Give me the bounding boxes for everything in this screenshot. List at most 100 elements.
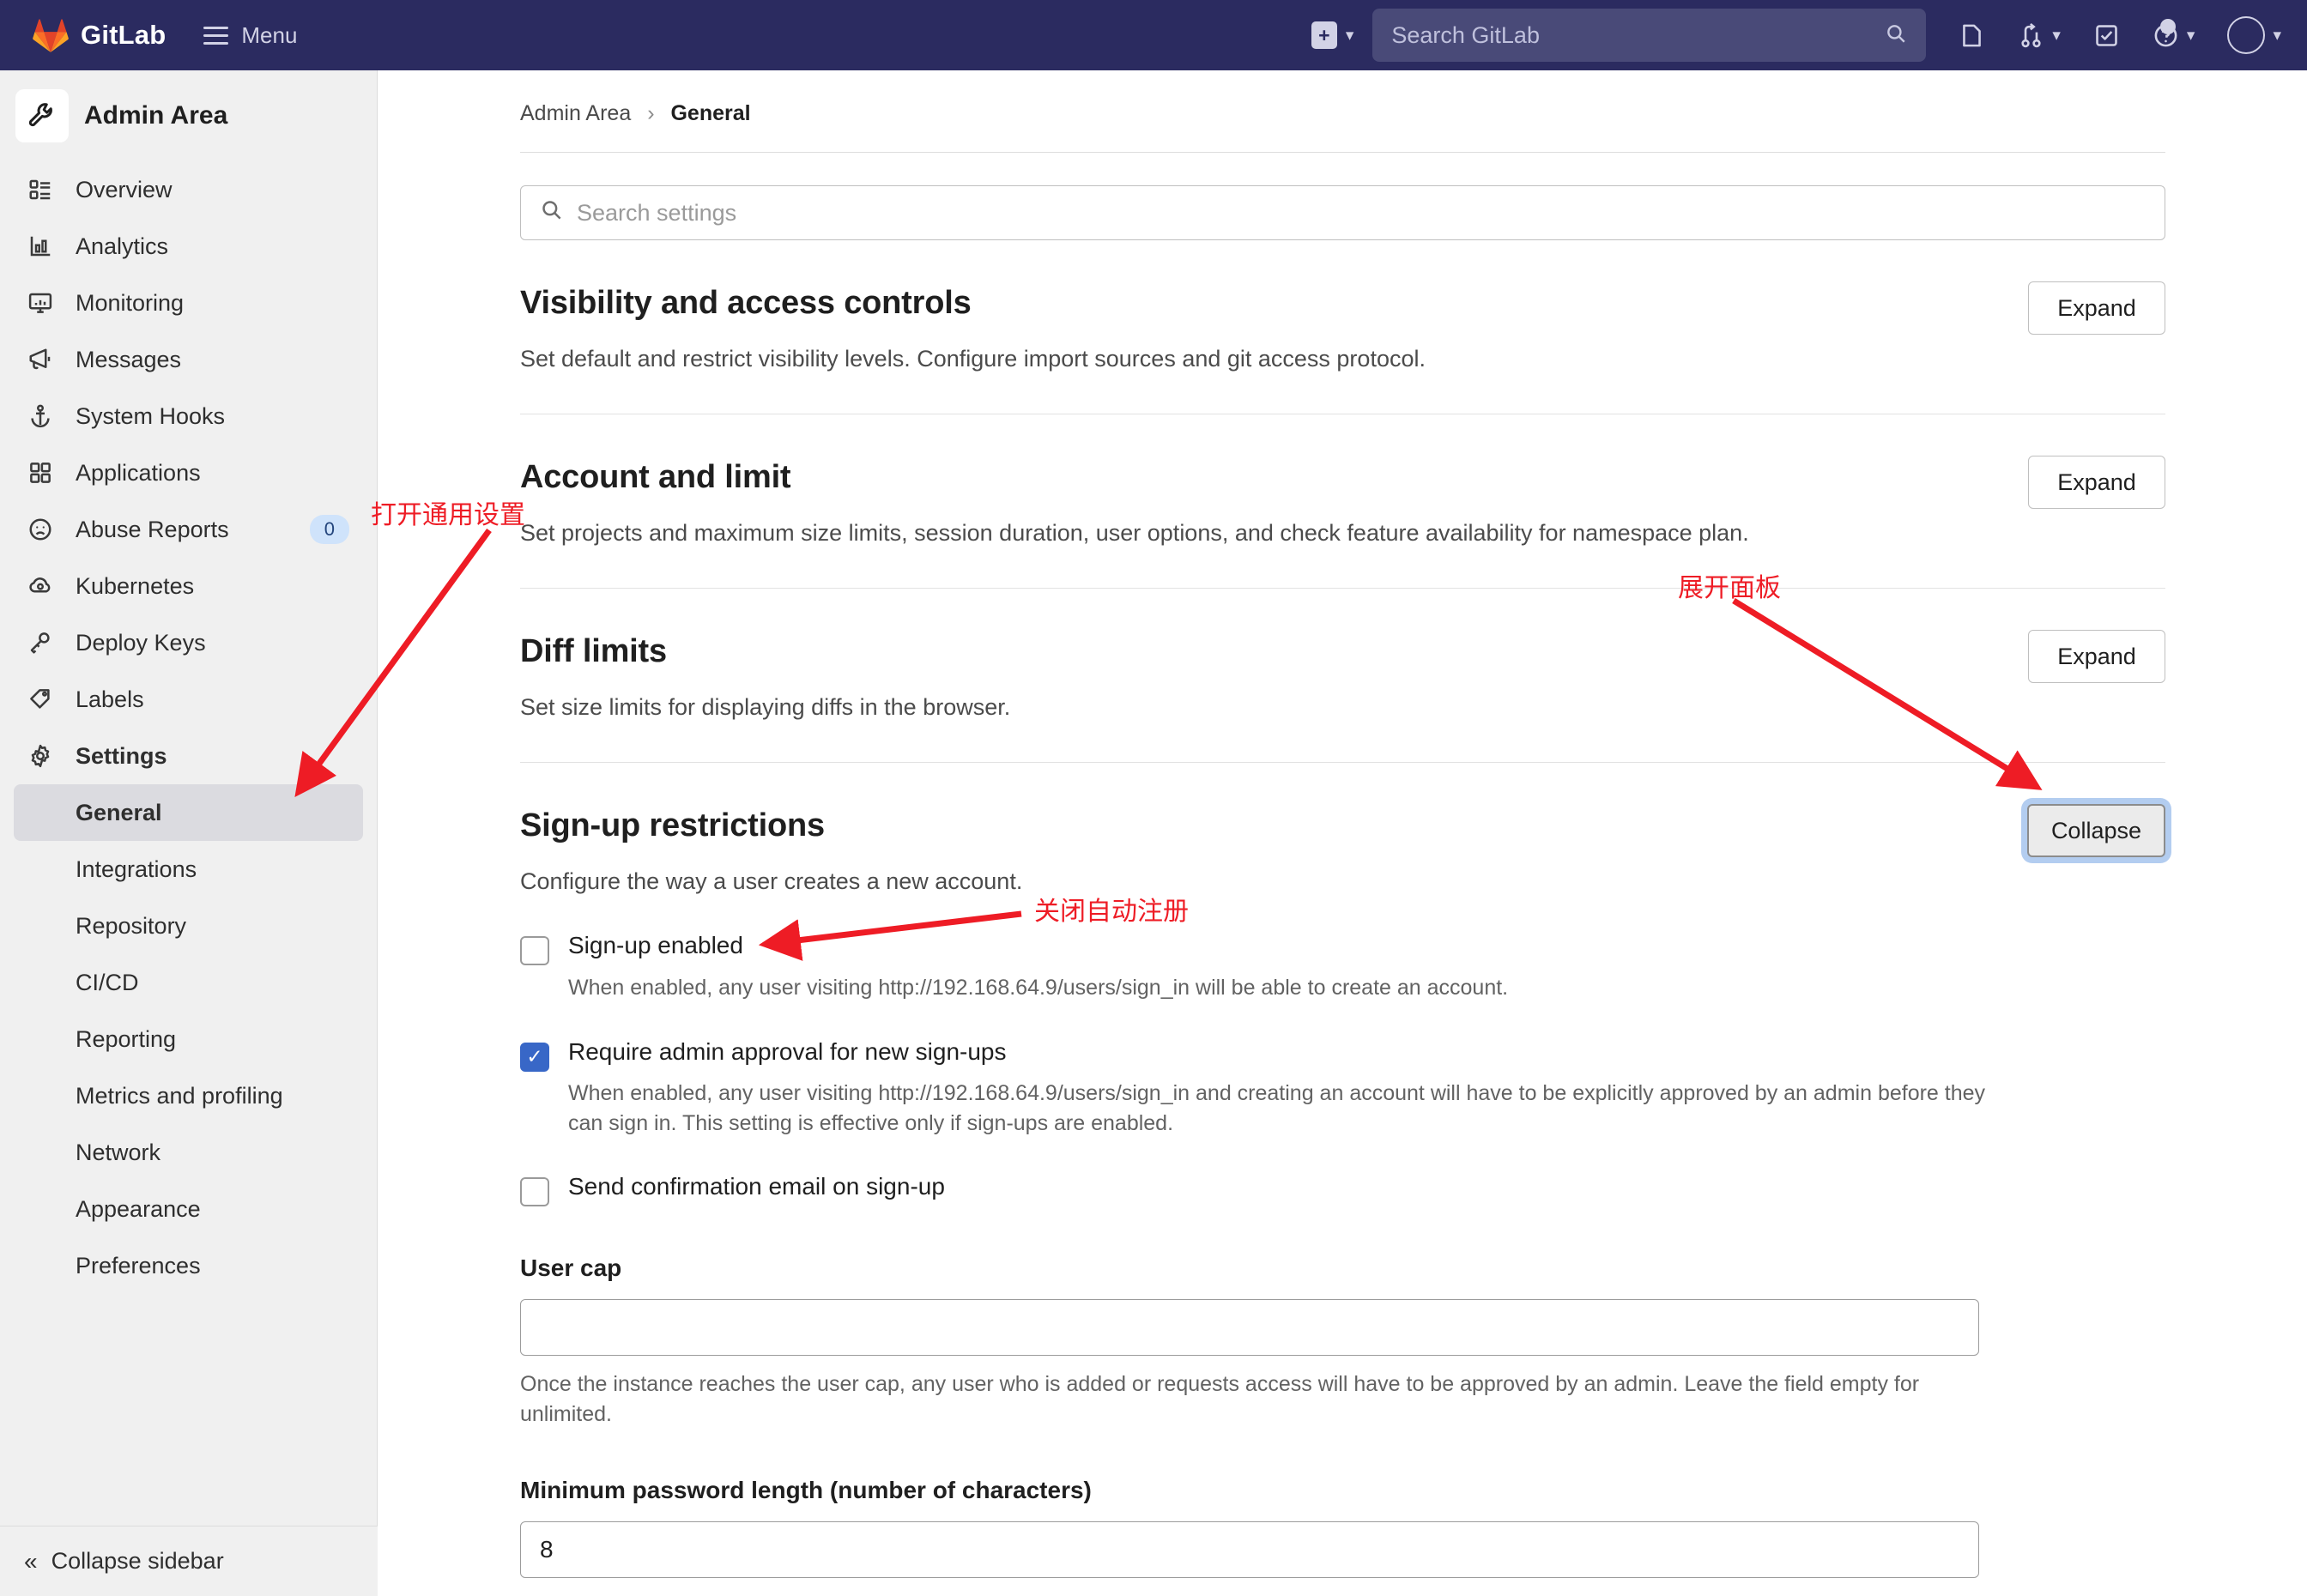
checkbox-body: Require admin approval for new sign-ups … xyxy=(568,1038,1993,1139)
sidebar-item-deploy-keys[interactable]: Deploy Keys xyxy=(14,614,363,671)
search-settings-input[interactable]: Search settings xyxy=(520,185,2165,240)
sidebar-item-reporting[interactable]: Reporting xyxy=(14,1011,363,1067)
chevron-down-icon: ▾ xyxy=(2186,26,2195,45)
main-content: Admin Area › General Search settings Vis… xyxy=(378,70,2307,1596)
navbar-right-group: + ▾ Search GitLab ▾ ▾ ▾ xyxy=(1311,9,2307,62)
sidebar-subitem-label: Preferences xyxy=(76,1252,201,1279)
sidebar-item-label: Overview xyxy=(76,176,173,203)
wrench-icon xyxy=(15,89,69,142)
sidebar-item-abuse-reports[interactable]: Abuse Reports 0 xyxy=(14,501,363,558)
sidebar-item-integrations[interactable]: Integrations xyxy=(14,841,363,898)
new-item-plus-icon[interactable]: + xyxy=(1311,21,1337,49)
sidebar-header[interactable]: Admin Area xyxy=(0,70,377,158)
brand-label: GitLab xyxy=(81,20,167,50)
section-title: Diff limits xyxy=(520,633,667,670)
sidebar-item-appearance[interactable]: Appearance xyxy=(14,1181,363,1237)
new-item-dropdown[interactable]: + ▾ xyxy=(1311,21,1354,49)
global-search-input[interactable]: Search GitLab xyxy=(1372,9,1927,62)
search-icon xyxy=(540,198,563,227)
sidebar-subitem-label: Repository xyxy=(76,912,187,939)
sidebar-item-label: Messages xyxy=(76,346,182,372)
checkbox-row-require-admin-approval[interactable]: ✓ Require admin approval for new sign-up… xyxy=(520,1038,2165,1139)
breadcrumb: Admin Area › General xyxy=(378,70,2307,126)
sidebar-item-repository[interactable]: Repository xyxy=(14,898,363,954)
checkbox-body: Send confirmation email on sign-up xyxy=(568,1174,945,1200)
sidebar-subitem-label: CI/CD xyxy=(76,969,139,995)
labels-icon xyxy=(27,686,60,712)
main-menu-button[interactable]: Menu xyxy=(203,21,297,50)
overview-icon xyxy=(27,177,60,203)
checkbox-row-signup-enabled[interactable]: Sign-up enabled When enabled, any user v… xyxy=(520,933,2165,1002)
section-diff-limits: Diff limits Set size limits for displayi… xyxy=(520,588,2165,762)
chevron-down-icon: ▾ xyxy=(2273,26,2281,45)
section-title: Sign-up restrictions xyxy=(520,807,825,844)
checkbox-require-admin-approval[interactable]: ✓ xyxy=(520,1042,549,1072)
hamburger-icon xyxy=(203,21,229,50)
chevron-down-icon: ▾ xyxy=(1345,26,1354,45)
section-title: Account and limit xyxy=(520,459,791,496)
todos-icon[interactable] xyxy=(2093,22,2120,49)
checkbox-label: Sign-up enabled xyxy=(568,932,743,959)
breadcrumb-root[interactable]: Admin Area xyxy=(520,101,631,125)
gitlab-brand[interactable]: GitLab xyxy=(33,18,166,52)
messages-icon xyxy=(27,347,60,372)
checkbox-row-send-confirmation-email[interactable]: Send confirmation email on sign-up xyxy=(520,1174,2165,1207)
analytics-icon xyxy=(27,233,60,259)
admin-sidebar: Admin Area Overview Analytics Monitoring… xyxy=(0,70,378,1596)
sidebar-item-monitoring[interactable]: Monitoring xyxy=(14,275,363,331)
sidebar-item-analytics[interactable]: Analytics xyxy=(14,218,363,275)
sidebar-item-label: Monitoring xyxy=(76,289,185,316)
expand-button-diff-limits[interactable]: Expand xyxy=(2028,630,2165,684)
menu-label: Menu xyxy=(241,21,298,48)
checkbox-signup-enabled[interactable] xyxy=(520,936,549,966)
sidebar-subitem-label: Appearance xyxy=(76,1195,201,1222)
search-icon xyxy=(1885,22,1907,49)
help-icon[interactable]: ▾ xyxy=(2153,18,2195,49)
section-description: Set size limits for displaying diffs in … xyxy=(520,694,1011,721)
monitoring-icon xyxy=(27,290,60,316)
sidebar-item-metrics-and-profiling[interactable]: Metrics and profiling xyxy=(14,1067,363,1124)
sidebar-item-kubernetes[interactable]: Kubernetes xyxy=(14,558,363,614)
collapse-sidebar-label: Collapse sidebar xyxy=(51,1548,224,1574)
chevron-double-left-icon: « xyxy=(24,1547,38,1575)
issues-icon[interactable] xyxy=(1959,22,1985,49)
expand-button-account-and-limit[interactable]: Expand xyxy=(2028,456,2165,510)
user-cap-input[interactable] xyxy=(520,1299,1979,1357)
sidebar-item-messages[interactable]: Messages xyxy=(14,331,363,388)
status-badge: 0 xyxy=(309,515,349,544)
sidebar-item-label: System Hooks xyxy=(76,402,226,429)
section-description: Set default and restrict visibility leve… xyxy=(520,346,1426,372)
deploy-keys-icon xyxy=(27,630,60,656)
sidebar-item-overview[interactable]: Overview xyxy=(14,161,363,218)
checkbox-send-confirmation-email[interactable] xyxy=(520,1177,549,1207)
sidebar-item-label: Settings xyxy=(76,742,167,769)
sidebar-item-preferences[interactable]: Preferences xyxy=(14,1237,363,1294)
search-settings-placeholder: Search settings xyxy=(577,199,737,226)
chevron-down-icon: ▾ xyxy=(2052,26,2061,45)
sidebar-item-settings[interactable]: Settings xyxy=(14,728,363,784)
collapse-sidebar-button[interactable]: « Collapse sidebar xyxy=(0,1526,378,1596)
gitlab-logo-icon xyxy=(33,18,69,52)
sidebar-item-system-hooks[interactable]: System Hooks xyxy=(14,388,363,444)
collapse-button-sign-up-restrictions[interactable]: Collapse xyxy=(2026,804,2165,858)
checkbox-help-text: When enabled, any user visiting http://1… xyxy=(568,976,1509,1001)
sidebar-item-network[interactable]: Network xyxy=(14,1124,363,1181)
expand-button-visibility[interactable]: Expand xyxy=(2028,281,2165,335)
user-menu[interactable]: ▾ xyxy=(2227,16,2281,54)
sidebar-title: Admin Area xyxy=(84,101,228,130)
sidebar-item-general[interactable]: General xyxy=(14,784,363,841)
min-password-length-input[interactable]: 8 xyxy=(520,1521,1979,1579)
sidebar-item-applications[interactable]: Applications xyxy=(14,444,363,501)
user-cap-help: Once the instance reaches the user cap, … xyxy=(520,1372,1920,1426)
avatar xyxy=(2227,16,2266,54)
sidebar-item-label: Deploy Keys xyxy=(76,629,206,656)
breadcrumb-separator-icon: › xyxy=(647,101,655,125)
sidebar-item-cicd[interactable]: CI/CD xyxy=(14,954,363,1011)
merge-requests-icon[interactable]: ▾ xyxy=(2018,22,2061,49)
top-navbar: GitLab Menu + ▾ Search GitLab ▾ ▾ ▾ xyxy=(0,0,2307,70)
sidebar-subitem-label: Metrics and profiling xyxy=(76,1082,283,1109)
sidebar-item-labels[interactable]: Labels xyxy=(14,671,363,728)
sidebar-item-label: Applications xyxy=(76,459,201,486)
sidebar-subitem-label: General xyxy=(76,799,162,825)
section-description: Set projects and maximum size limits, se… xyxy=(520,520,1749,547)
